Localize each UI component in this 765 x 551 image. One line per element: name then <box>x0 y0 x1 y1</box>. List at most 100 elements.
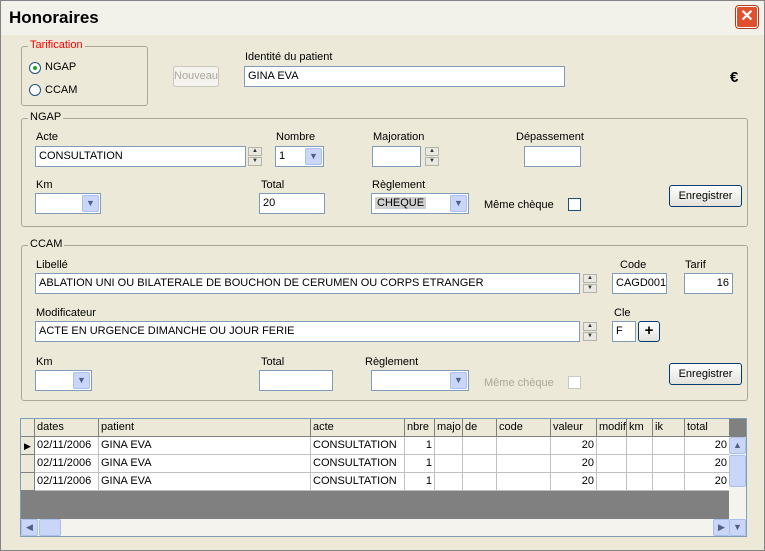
ngap-save-button[interactable]: Enregistrer <box>669 185 742 207</box>
col-dates[interactable]: dates <box>35 419 99 437</box>
meme-cheque-checkbox[interactable] <box>568 198 581 211</box>
ccam-reglement-select[interactable]: ▼ <box>371 370 469 391</box>
ngap-radio-label[interactable]: NGAP <box>45 61 76 73</box>
col-code[interactable]: code <box>497 419 551 437</box>
col-nbre[interactable]: nbre <box>405 419 435 437</box>
cell-ik[interactable] <box>653 473 685 491</box>
tarif-input[interactable]: 16 <box>684 273 733 294</box>
col-acte[interactable]: acte <box>311 419 405 437</box>
cell-code[interactable] <box>497 437 551 455</box>
table-row[interactable]: ▶ 02/11/2006 GINA EVA CONSULTATION 1 20 … <box>21 437 730 455</box>
col-patient[interactable]: patient <box>99 419 311 437</box>
ccam-total-input[interactable] <box>259 370 333 391</box>
acte-input[interactable]: CONSULTATION <box>35 146 246 167</box>
scroll-down-icon[interactable]: ▼ <box>729 519 746 536</box>
cell-modif[interactable] <box>597 437 627 455</box>
col-valeur[interactable]: valeur <box>551 419 597 437</box>
cle-input[interactable]: F <box>612 321 636 342</box>
cell-modif[interactable] <box>597 473 627 491</box>
cell-majo[interactable] <box>435 437 463 455</box>
scroll-left-icon[interactable]: ◀ <box>21 519 38 536</box>
cell-code[interactable] <box>497 473 551 491</box>
ccam-save-button[interactable]: Enregistrer <box>669 363 742 385</box>
col-de[interactable]: de <box>463 419 497 437</box>
scroll-up-icon[interactable]: ▲ <box>729 437 746 454</box>
reglement-select[interactable]: CHEQUE ▼ <box>371 193 469 214</box>
libelle-spinner[interactable]: ▲ ▼ <box>583 274 597 293</box>
cell-km[interactable] <box>627 473 653 491</box>
cell-date[interactable]: 02/11/2006 <box>35 473 99 491</box>
ccam-km-select[interactable]: ▼ <box>35 370 92 391</box>
acte-spinner[interactable]: ▲ ▼ <box>248 147 262 166</box>
ngap-radio[interactable] <box>29 62 41 74</box>
cell-km[interactable] <box>627 455 653 473</box>
modificateur-spinner[interactable]: ▲ ▼ <box>583 322 597 341</box>
honoraires-grid[interactable]: dates patient acte nbre majo de code val… <box>20 418 747 537</box>
spin-down-icon[interactable]: ▼ <box>583 332 597 341</box>
km-select[interactable]: ▼ <box>35 193 101 214</box>
close-button[interactable]: ✕ <box>736 6 758 28</box>
cell-nbre[interactable]: 1 <box>405 455 435 473</box>
chevron-down-icon[interactable]: ▼ <box>450 372 467 389</box>
cell-valeur[interactable]: 20 <box>551 473 597 491</box>
spin-down-icon[interactable]: ▼ <box>425 157 439 166</box>
horizontal-scroll-thumb[interactable] <box>39 519 61 536</box>
chevron-down-icon[interactable]: ▼ <box>73 372 90 389</box>
cell-majo[interactable] <box>435 473 463 491</box>
cell-date[interactable]: 02/11/2006 <box>35 437 99 455</box>
vertical-scroll-thumb[interactable] <box>729 455 746 487</box>
nouveau-button[interactable]: Nouveau <box>173 66 219 87</box>
spin-up-icon[interactable]: ▲ <box>583 322 597 331</box>
cell-acte[interactable]: CONSULTATION <box>311 455 405 473</box>
code-input[interactable]: CAGD001 <box>612 273 667 294</box>
cell-acte[interactable]: CONSULTATION <box>311 473 405 491</box>
majoration-input[interactable] <box>372 146 421 167</box>
table-row[interactable]: 02/11/2006 GINA EVA CONSULTATION 1 20 20 <box>21 455 730 473</box>
col-total[interactable]: total <box>685 419 730 437</box>
col-ik[interactable]: ik <box>653 419 685 437</box>
spin-up-icon[interactable]: ▲ <box>583 274 597 283</box>
cell-patient[interactable]: GINA EVA <box>99 437 311 455</box>
cell-total[interactable]: 20 <box>685 473 730 491</box>
majoration-spinner[interactable]: ▲ ▼ <box>425 147 439 166</box>
spin-up-icon[interactable]: ▲ <box>248 147 262 156</box>
scroll-right-icon[interactable]: ▶ <box>713 519 730 536</box>
row-header[interactable] <box>21 455 35 473</box>
depassement-input[interactable] <box>524 146 581 167</box>
cell-patient[interactable]: GINA EVA <box>99 473 311 491</box>
add-cle-button[interactable]: + <box>638 321 660 342</box>
nombre-select[interactable]: 1 ▼ <box>275 146 324 167</box>
chevron-down-icon[interactable]: ▼ <box>82 195 99 212</box>
total-input[interactable]: 20 <box>259 193 325 214</box>
cell-nbre[interactable]: 1 <box>405 473 435 491</box>
spin-down-icon[interactable]: ▼ <box>248 157 262 166</box>
patient-input[interactable]: GINA EVA <box>244 66 565 87</box>
cell-code[interactable] <box>497 455 551 473</box>
chevron-down-icon[interactable]: ▼ <box>305 148 322 165</box>
spin-up-icon[interactable]: ▲ <box>425 147 439 156</box>
cell-acte[interactable]: CONSULTATION <box>311 437 405 455</box>
spin-down-icon[interactable]: ▼ <box>583 284 597 293</box>
horizontal-scrollbar[interactable]: ◀ ▶ <box>21 519 730 536</box>
cell-total[interactable]: 20 <box>685 437 730 455</box>
row-header[interactable] <box>21 473 35 491</box>
cell-ik[interactable] <box>653 455 685 473</box>
row-pointer-icon[interactable]: ▶ <box>21 437 35 455</box>
ccam-radio-label[interactable]: CCAM <box>45 84 77 96</box>
ccam-meme-cheque-checkbox[interactable] <box>568 376 581 389</box>
cell-total[interactable]: 20 <box>685 455 730 473</box>
cell-majo[interactable] <box>435 455 463 473</box>
cell-valeur[interactable]: 20 <box>551 437 597 455</box>
col-majo[interactable]: majo <box>435 419 463 437</box>
cell-km[interactable] <box>627 437 653 455</box>
modificateur-input[interactable]: ACTE EN URGENCE DIMANCHE OU JOUR FERIE <box>35 321 580 342</box>
col-modif[interactable]: modif <box>597 419 627 437</box>
cell-patient[interactable]: GINA EVA <box>99 455 311 473</box>
chevron-down-icon[interactable]: ▼ <box>450 195 467 212</box>
table-row[interactable]: 02/11/2006 GINA EVA CONSULTATION 1 20 20 <box>21 473 730 491</box>
cell-ik[interactable] <box>653 437 685 455</box>
cell-nbre[interactable]: 1 <box>405 437 435 455</box>
vertical-scrollbar[interactable]: ▲ ▼ <box>729 437 746 536</box>
cell-date[interactable]: 02/11/2006 <box>35 455 99 473</box>
libelle-input[interactable]: ABLATION UNI OU BILATERALE DE BOUCHON DE… <box>35 273 580 294</box>
